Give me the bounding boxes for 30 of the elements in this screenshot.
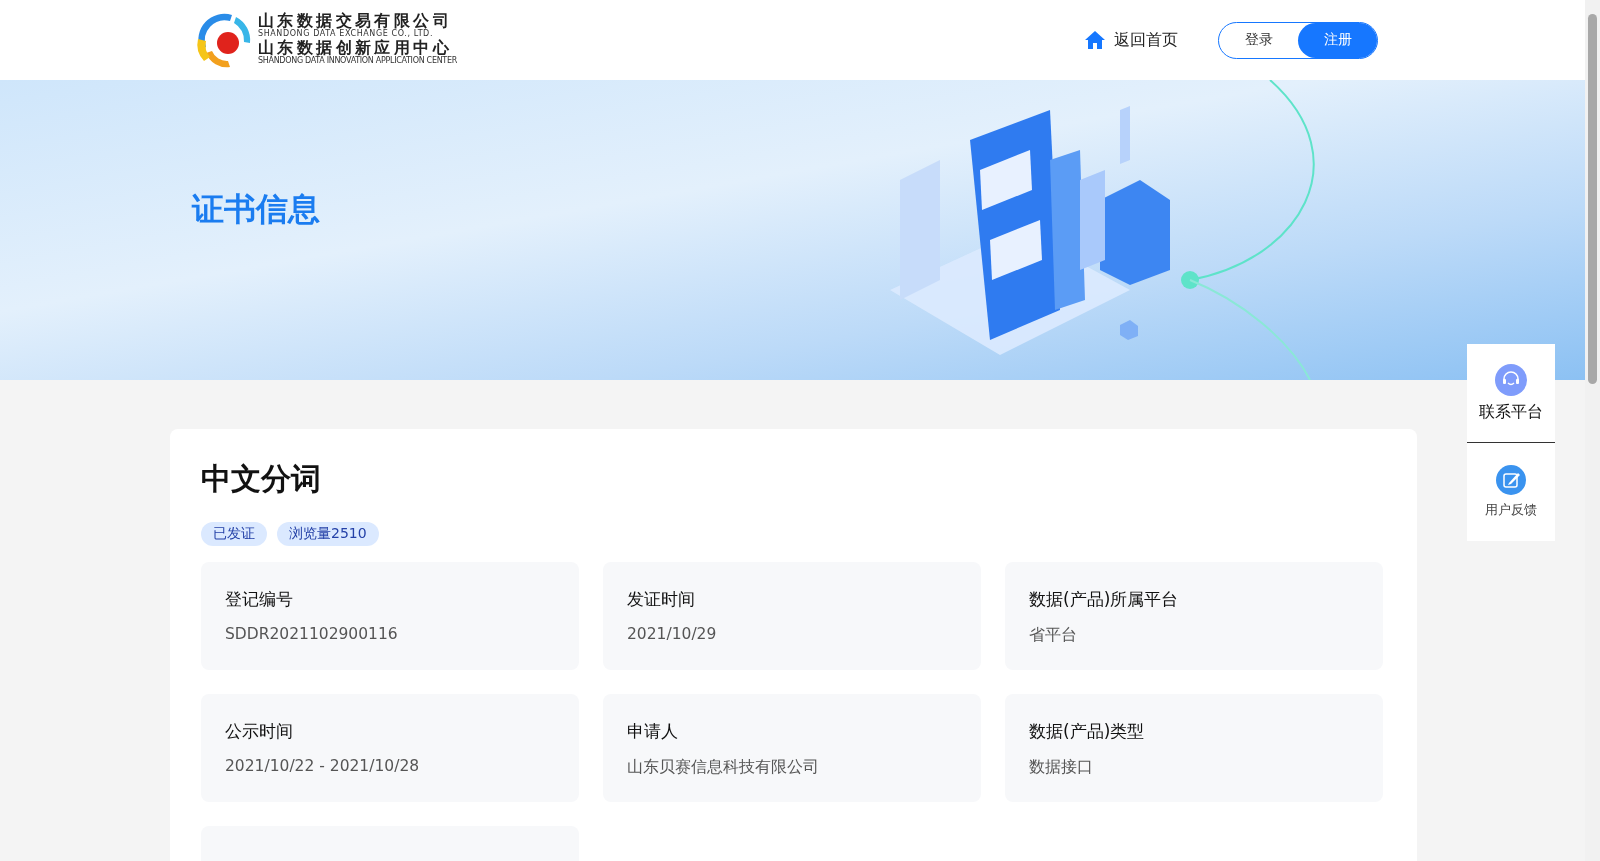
banner-title: 证书信息 — [192, 189, 320, 230]
status-tag: 已发证 — [201, 522, 267, 546]
company-name-english: SHANDONG DATA EXCHANGE CO., LTD. — [258, 30, 435, 38]
field-value: 省平台 — [1029, 625, 1078, 646]
field-value: 2021/10/29 — [627, 625, 718, 643]
certificate-title: 中文分词 — [201, 460, 322, 498]
headset-icon — [1495, 363, 1527, 396]
register-button[interactable]: 注册 — [1298, 22, 1377, 58]
home-link[interactable]: 返回首页 — [1084, 29, 1178, 51]
center-name: 山东数据创新应用中心 — [258, 40, 452, 56]
company-name: 山东数据交易有限公司 — [258, 13, 453, 29]
field-label: 登记编号 — [225, 588, 294, 611]
status-tag: 浏览量2510 — [277, 522, 379, 546]
field-label: 数据(产品)所属平台 — [1029, 588, 1180, 611]
field-label: 申请人 — [627, 720, 679, 743]
center-name-english: SHANDONG DATA INNOVATION APPLICATION CENTER — [258, 57, 457, 65]
field-value: 数据接口 — [1029, 757, 1094, 778]
login-button[interactable]: 登录 — [1219, 22, 1298, 58]
field-label: 发证时间 — [627, 588, 696, 611]
user-feedback-button[interactable]: 用户反馈 — [1467, 442, 1555, 541]
field-value: 2021/10/22 - 2021/10/28 — [225, 757, 421, 775]
field-label: 数据(产品)类型 — [1029, 720, 1146, 743]
home-link-label: 返回首页 — [1114, 29, 1178, 51]
field-value: 山东贝赛信息科技有限公司 — [627, 757, 820, 778]
home-icon — [1084, 30, 1106, 50]
edit-icon — [1496, 465, 1526, 495]
scrollbar-thumb[interactable] — [1588, 14, 1597, 384]
contact-platform-button[interactable]: 联系平台 — [1467, 344, 1555, 442]
field-value: SDDR2021102900116 — [225, 625, 399, 643]
field-label: 公示时间 — [225, 720, 294, 743]
